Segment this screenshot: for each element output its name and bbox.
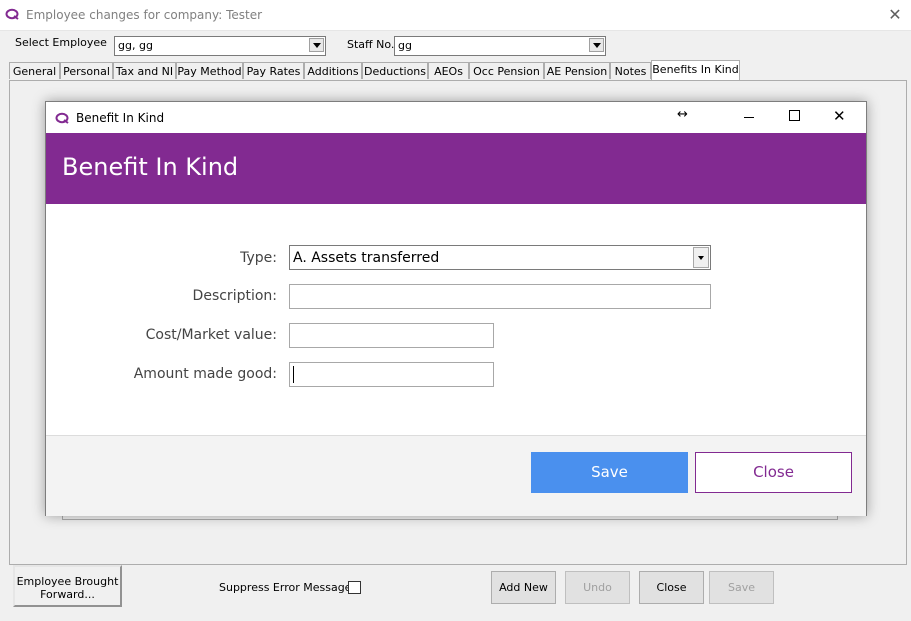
benefit-in-kind-dialog: Benefit In Kind ↔ ✕ Benefit In Kind Type… [45, 101, 867, 516]
staff-no-combo[interactable]: gg [394, 36, 606, 56]
description-input[interactable] [289, 284, 711, 309]
dialog-window-title: Benefit In Kind [76, 111, 165, 125]
staff-no-value: gg [398, 39, 412, 52]
tab-personal[interactable]: Personal [60, 62, 113, 79]
checkbox-icon[interactable] [348, 581, 361, 594]
select-employee-label: Select Employee [15, 36, 107, 49]
tab-deductions[interactable]: Deductions [362, 62, 428, 79]
save-button[interactable]: Save [709, 571, 774, 604]
staff-no-label: Staff No. [347, 38, 395, 51]
tab-ae-pension[interactable]: AE Pension [544, 62, 610, 79]
tab-general[interactable]: General [9, 62, 60, 79]
maximize-icon[interactable] [789, 110, 800, 121]
tab-pay-rates[interactable]: Pay Rates [243, 62, 304, 79]
dialog-titlebar: Benefit In Kind ↔ ✕ [46, 102, 866, 133]
description-label: Description: [192, 288, 277, 304]
dialog-close-button[interactable]: Close [695, 452, 852, 493]
undo-button[interactable]: Undo [565, 571, 630, 604]
cost-market-value-input[interactable] [289, 323, 494, 348]
tab-notes[interactable]: Notes [610, 62, 651, 79]
resize-icon: ↔ [677, 107, 688, 122]
add-new-button[interactable]: Add New [491, 571, 556, 604]
close-button[interactable]: Close [639, 571, 704, 604]
tab-pay-method[interactable]: Pay Method [176, 62, 243, 79]
type-select[interactable]: A. Assets transferred [289, 245, 711, 270]
suppress-error-label: Suppress Error Message [219, 581, 352, 594]
dropdown-arrow-icon[interactable] [693, 247, 709, 268]
type-label: Type: [240, 250, 277, 266]
employee-brought-forward-button[interactable]: Employee Brought Forward... [13, 565, 122, 607]
type-value: A. Assets transferred [293, 250, 440, 266]
outer-titlebar: Employee changes for company: Tester ✕ [0, 0, 911, 31]
window-title: Employee changes for company: Tester [26, 8, 263, 22]
tab-tax-and-ni[interactable]: Tax and NI [113, 62, 176, 79]
dropdown-arrow-icon[interactable] [309, 38, 324, 52]
tab-benefits-in-kind[interactable]: Benefits In Kind [651, 60, 740, 80]
dropdown-arrow-icon[interactable] [589, 38, 604, 52]
tab-occ-pension[interactable]: Occ Pension [469, 62, 544, 79]
dialog-save-button[interactable]: Save [531, 452, 688, 493]
text-cursor [293, 366, 294, 383]
app-logo-icon [55, 112, 69, 124]
tab-additions[interactable]: Additions [304, 62, 362, 79]
amount-made-good-label: Amount made good: [133, 366, 277, 382]
close-icon[interactable]: ✕ [833, 107, 846, 125]
dialog-header: Benefit In Kind [46, 133, 866, 204]
app-logo-icon [5, 8, 19, 20]
cost-market-value-label: Cost/Market value: [145, 327, 277, 343]
close-icon[interactable]: ✕ [885, 5, 905, 25]
tab-aeos[interactable]: AEOs [428, 62, 469, 79]
select-employee-value: gg, gg [118, 39, 153, 52]
select-employee-combo[interactable]: gg, gg [114, 36, 326, 56]
dialog-header-title: Benefit In Kind [62, 153, 239, 181]
amount-made-good-input[interactable] [289, 362, 494, 387]
minimize-icon[interactable] [741, 108, 757, 124]
